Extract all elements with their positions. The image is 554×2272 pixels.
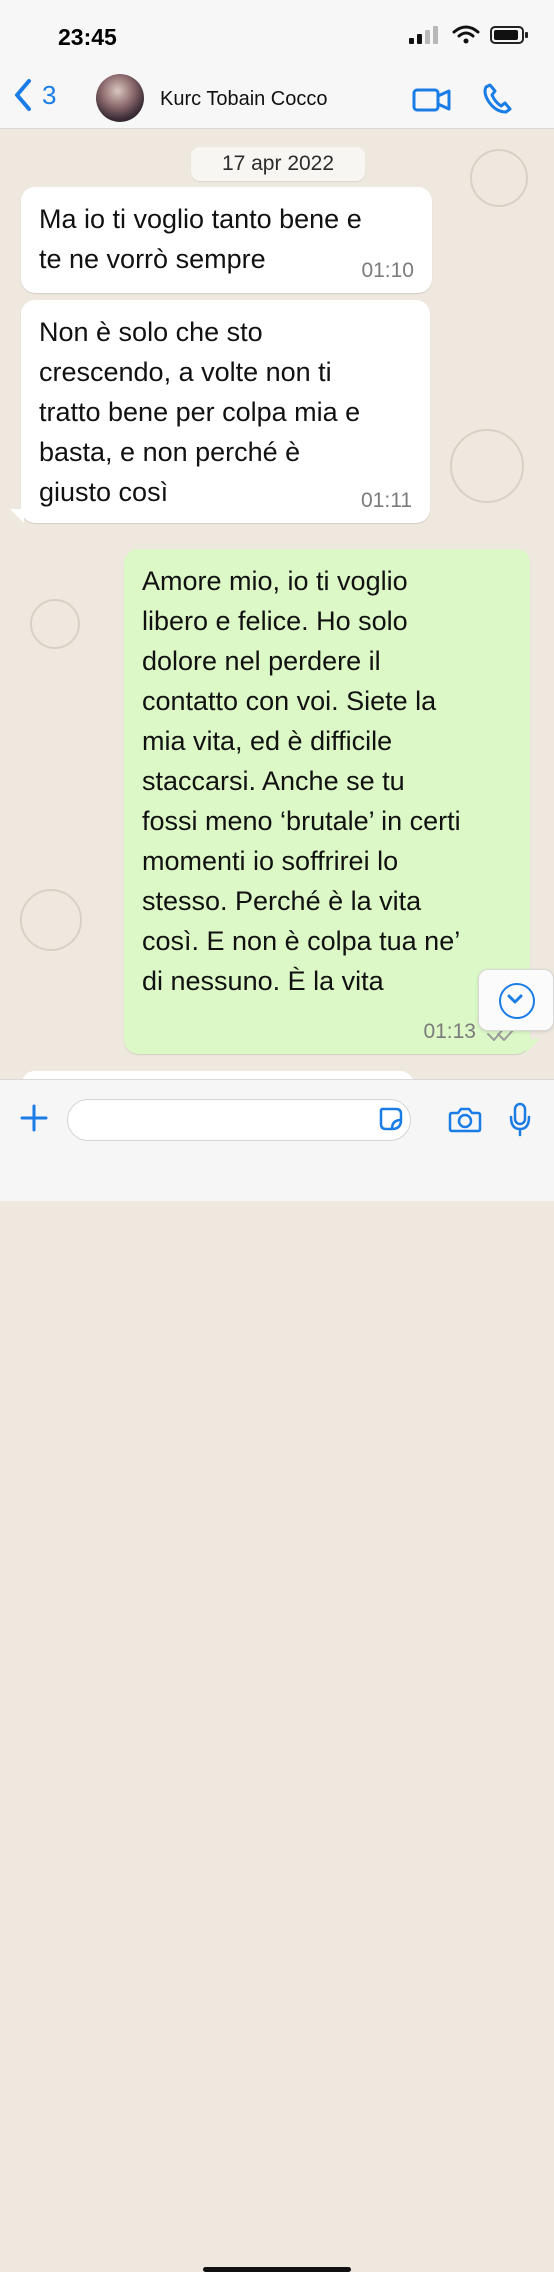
video-camera-icon — [412, 88, 451, 112]
microphone-icon — [509, 1102, 531, 1137]
plus-icon — [20, 1104, 48, 1132]
unread-count: 3 — [42, 79, 57, 110]
message-text: Amore mio, io ti voglio libero e felice.… — [142, 566, 461, 996]
date-separator: 17 apr 2022 — [191, 147, 365, 181]
video-call-button[interactable] — [412, 86, 452, 119]
message-input[interactable] — [67, 1099, 411, 1141]
chat-area[interactable]: 17 apr 2022 Ma io ti voglio tanto bene e… — [0, 129, 554, 1079]
incoming-message[interactable]: Ma io ti voglio tanto bene e te ne vorrò… — [21, 187, 432, 293]
voice-message-button[interactable] — [507, 1102, 533, 1143]
message-time: 01:10 — [361, 259, 414, 282]
voice-call-button[interactable] — [482, 82, 512, 119]
outgoing-message[interactable]: Amore mio, io ti voglio libero e felice.… — [124, 549, 530, 1054]
incoming-message[interactable]: Non è solo che sto crescendo, a volte no… — [21, 300, 430, 523]
message-text: Ma io ti voglio tanto bene e te ne vorrò… — [39, 204, 362, 274]
scroll-to-bottom-button[interactable] — [478, 969, 554, 1031]
signal-icon — [409, 26, 438, 44]
status-icons — [408, 25, 530, 45]
chat-header: 3 Kurc Tobain Cocco — [0, 70, 554, 129]
sticker-icon — [379, 1107, 403, 1131]
partial-message[interactable] — [21, 1071, 414, 1079]
attach-button[interactable] — [18, 1102, 50, 1139]
wifi-icon — [452, 25, 480, 44]
camera-icon — [448, 1107, 482, 1133]
battery-icon — [490, 26, 528, 44]
home-indicator — [203, 2267, 351, 2272]
wallpaper-doodle — [450, 429, 524, 503]
message-time: 01:11 — [361, 489, 412, 512]
message-tail — [10, 509, 24, 523]
wallpaper-doodle — [20, 889, 82, 951]
message-tail — [526, 1039, 540, 1053]
message-time: 01:13 — [423, 1020, 476, 1043]
back-button[interactable]: 3 — [12, 78, 56, 112]
status-time: 23:45 — [58, 24, 117, 50]
wallpaper-doodle — [470, 149, 528, 207]
chevron-left-icon — [15, 79, 31, 111]
contact-name[interactable]: Kurc Tobain Cocco — [160, 88, 328, 111]
scroll-button-circle — [499, 983, 535, 1019]
phone-icon — [483, 83, 512, 114]
message-composer — [0, 1079, 554, 2272]
status-bar: 23:45 — [0, 0, 554, 70]
chevron-down-icon — [507, 994, 523, 1004]
avatar[interactable] — [96, 74, 144, 122]
camera-button[interactable] — [448, 1104, 482, 1139]
sticker-button[interactable] — [377, 1105, 405, 1138]
message-text: Non è solo che sto crescendo, a volte no… — [39, 317, 361, 507]
wallpaper-doodle — [30, 599, 80, 649]
